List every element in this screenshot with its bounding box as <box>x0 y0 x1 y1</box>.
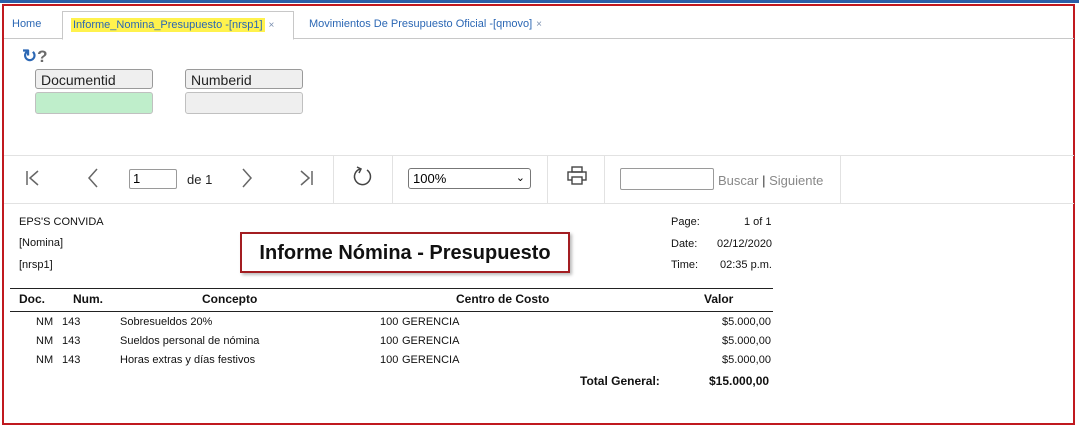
time-label: Time: <box>671 259 699 271</box>
header-doc: Doc. <box>19 292 46 306</box>
toolbar-divider <box>392 156 393 203</box>
total-label: Total General: <box>580 374 660 388</box>
report-title: Informe Nómina - Presupuesto <box>240 232 570 273</box>
cell-valor: $5.000,00 <box>722 354 771 366</box>
prev-page-icon[interactable] <box>86 167 100 189</box>
cell-num: 143 <box>62 354 81 366</box>
zoom-value: 100% <box>413 171 447 186</box>
top-accent-bar <box>0 0 1079 3</box>
cell-concepto: Sueldos personal de nómina <box>120 335 260 347</box>
report-category: [Nomina] <box>19 237 64 249</box>
tab-informe-nomina[interactable]: Informe_Nomina_Presupuesto -[nrsp1] × <box>62 11 294 40</box>
tab-movimientos[interactable]: Movimientos De Presupuesto Oficial -[qmo… <box>309 11 542 37</box>
reload-icon[interactable] <box>352 166 374 188</box>
cell-doc: NM <box>36 316 54 328</box>
company-name: EPS'S CONVIDA <box>19 216 104 228</box>
cell-valor: $5.000,00 <box>722 335 771 347</box>
tab-active-label: Informe_Nomina_Presupuesto -[nrsp1] <box>71 18 265 32</box>
chevron-down-icon: ⌄ <box>515 172 525 184</box>
header-num: Num. <box>73 292 103 306</box>
cell-concepto: Sobresueldos 20% <box>120 316 213 328</box>
tab-home[interactable]: Home <box>12 11 41 37</box>
cell-cc-code: 100 <box>380 335 399 347</box>
documentid-label: Documentid <box>35 69 153 89</box>
cell-num: 143 <box>62 316 81 328</box>
refresh-icon[interactable]: ↻ <box>22 46 37 66</box>
cell-doc: NM <box>36 335 54 347</box>
cell-cc-name: GERENCIA <box>402 316 460 328</box>
print-icon[interactable] <box>566 165 588 187</box>
search-controls: Buscar | Siguiente <box>718 173 823 188</box>
param-icons: ↻? <box>22 46 47 67</box>
buscar-link[interactable]: Buscar <box>718 173 758 188</box>
header-valor: Valor <box>704 292 734 306</box>
siguiente-link[interactable]: Siguiente <box>769 173 823 188</box>
first-page-icon[interactable] <box>24 169 42 187</box>
numberid-label: Numberid <box>185 69 303 89</box>
search-separator: | <box>762 173 766 188</box>
table-header-rule <box>10 311 773 312</box>
date-label: Date: <box>671 238 698 250</box>
toolbar-divider <box>547 156 548 203</box>
cell-valor: $5.000,00 <box>722 316 771 328</box>
toolbar-divider <box>604 156 605 203</box>
cell-concepto: Horas extras y días festivos <box>120 354 256 366</box>
header-centro: Centro de Costo <box>456 292 550 306</box>
close-icon[interactable]: × <box>536 19 542 30</box>
close-icon[interactable]: × <box>269 20 275 31</box>
total-value: $15.000,00 <box>709 374 770 388</box>
cell-doc: NM <box>36 354 54 366</box>
toolbar-divider <box>840 156 841 203</box>
toolbar-divider <box>333 156 334 203</box>
table-top-rule <box>10 288 773 289</box>
page-count: de 1 <box>187 172 213 187</box>
page-label: Page: <box>671 216 700 228</box>
cell-cc-name: GERENCIA <box>402 354 460 366</box>
tab-other-label: Movimientos De Presupuesto Oficial -[qmo… <box>309 18 533 30</box>
numberid-field[interactable] <box>185 92 303 114</box>
report-page: EPS'S CONVIDA [Nomina] [nrsp1] Informe N… <box>0 204 800 404</box>
page-number-input[interactable]: 1 <box>129 169 177 189</box>
report-code: [nrsp1] <box>19 259 53 271</box>
report-toolbar: 1 de 1 100% ⌄ Buscar | Siguiente <box>4 155 1074 204</box>
time-value: 02:35 p.m. <box>720 259 772 271</box>
help-icon[interactable]: ? <box>37 47 47 66</box>
search-input[interactable] <box>620 168 714 190</box>
header-concepto: Concepto <box>202 292 258 306</box>
documentid-field[interactable] <box>35 92 153 114</box>
cell-cc-name: GERENCIA <box>402 335 460 347</box>
last-page-icon[interactable] <box>297 169 315 187</box>
cell-cc-code: 100 <box>380 316 399 328</box>
cell-cc-code: 100 <box>380 354 399 366</box>
date-value: 02/12/2020 <box>717 238 773 250</box>
next-page-icon[interactable] <box>240 167 254 189</box>
tab-bar: Home Informe_Nomina_Presupuesto -[nrsp1]… <box>4 8 1074 40</box>
cell-num: 143 <box>62 335 81 347</box>
zoom-select[interactable]: 100% ⌄ <box>408 168 531 189</box>
page-value: 1 of 1 <box>744 216 772 228</box>
